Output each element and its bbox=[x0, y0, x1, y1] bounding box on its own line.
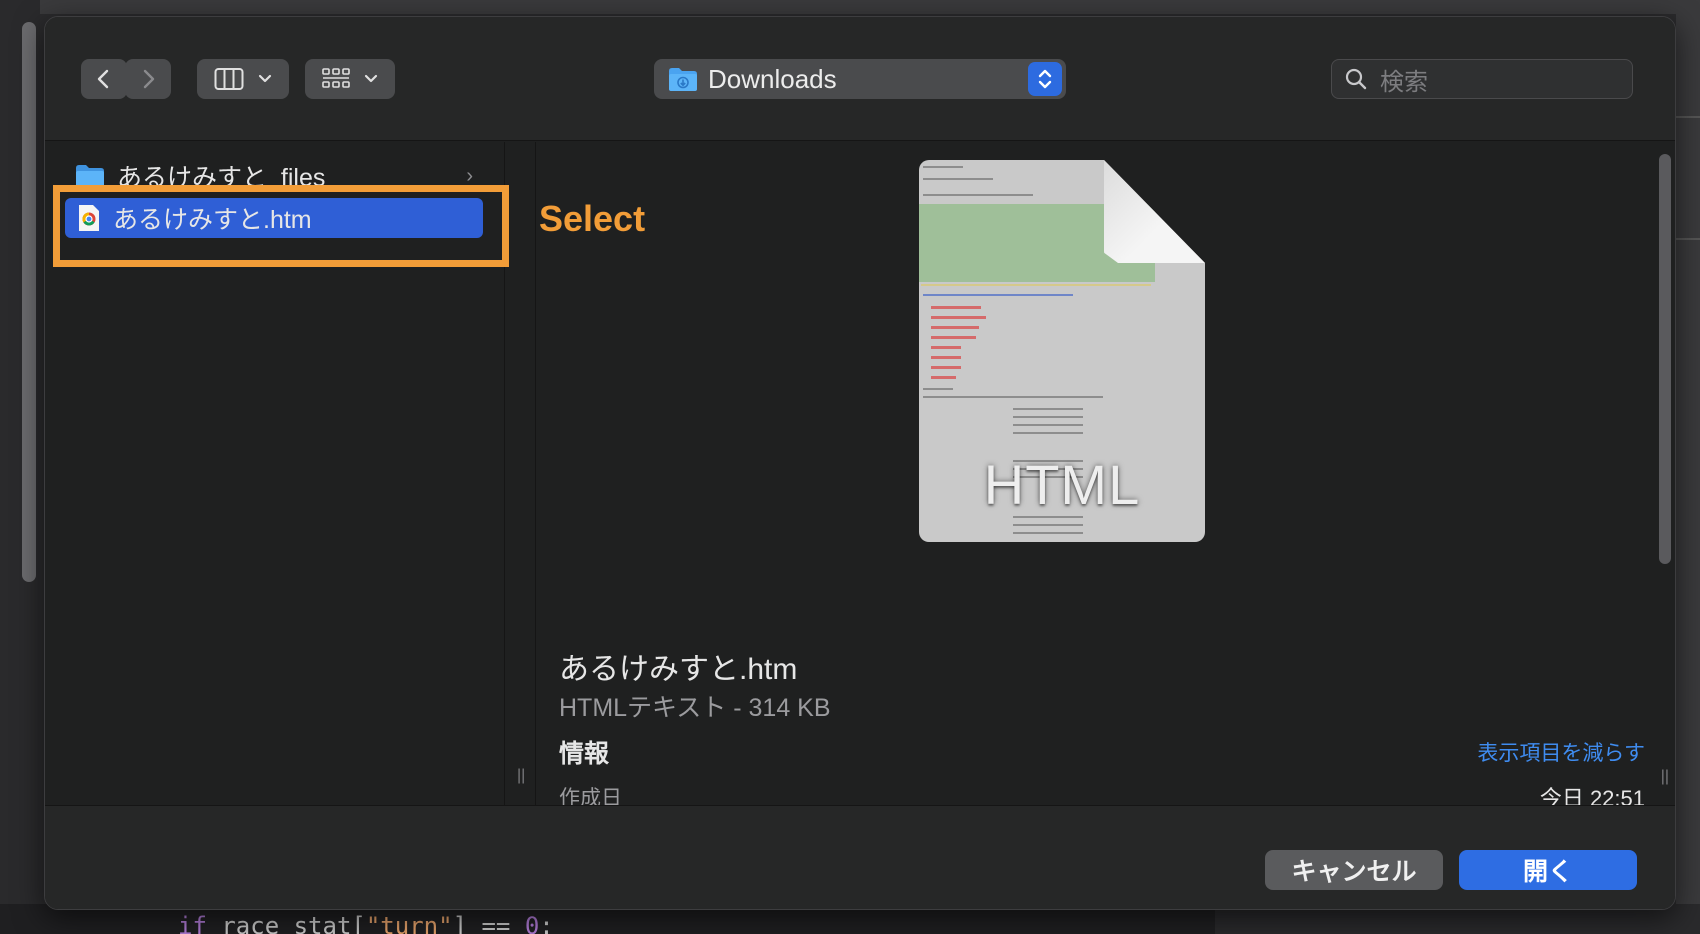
thumbnail-line bbox=[923, 194, 1033, 196]
up-down-chevron-icon bbox=[1038, 69, 1052, 89]
thumbnail-line bbox=[931, 356, 961, 359]
dialog-toolbar: Downloads 検索 bbox=[45, 17, 1675, 141]
thumbnail-line bbox=[1013, 408, 1083, 410]
thumbnail-line bbox=[923, 166, 963, 168]
open-file-dialog: Downloads 検索 あるけみすと_files › あるけみすと.htm S… bbox=[44, 16, 1676, 910]
background-scrollbar bbox=[22, 22, 36, 582]
thumbnail-line bbox=[931, 316, 986, 319]
thumbnail-line bbox=[931, 376, 956, 379]
chrome-document-icon bbox=[79, 205, 99, 231]
info-heading: 情報 bbox=[559, 740, 610, 768]
code-text: ] == bbox=[452, 912, 525, 934]
created-label: 作成日 bbox=[559, 787, 622, 805]
column-view-icon bbox=[214, 68, 243, 90]
list-item-label: あるけみすと.htm bbox=[113, 206, 312, 234]
background-divider bbox=[1676, 238, 1700, 240]
dialog-footer: キャンセル 開く bbox=[45, 805, 1675, 909]
thumbnail-line bbox=[923, 396, 1103, 398]
search-input[interactable]: 検索 bbox=[1380, 62, 1428, 97]
created-value: 今日 22:51 bbox=[1539, 786, 1645, 805]
folder-icon bbox=[76, 165, 104, 187]
chevron-right-icon bbox=[143, 69, 155, 89]
document-thumbnail: HTML bbox=[919, 160, 1205, 542]
code-keyword: if bbox=[178, 912, 207, 934]
view-mode-button[interactable] bbox=[197, 59, 289, 99]
show-less-link[interactable]: 表示項目を減らす bbox=[1477, 737, 1645, 767]
chevron-left-icon bbox=[97, 69, 109, 89]
open-button[interactable]: 開く bbox=[1459, 850, 1637, 890]
location-popup[interactable]: Downloads bbox=[654, 59, 1066, 99]
thumbnail-line bbox=[1013, 532, 1083, 534]
thumbnail-line bbox=[931, 366, 961, 369]
preview-file-type: HTMLテキスト - 314 KB bbox=[559, 694, 831, 722]
background-window-right bbox=[1676, 0, 1700, 934]
thumbnail-label: HTML bbox=[983, 453, 1141, 516]
chevron-down-icon bbox=[258, 74, 271, 83]
thumbnail-line bbox=[931, 326, 979, 329]
code-number: 0 bbox=[524, 912, 540, 934]
background-divider bbox=[1676, 116, 1700, 118]
code-string: "turn" bbox=[365, 912, 453, 934]
thumbnail-line bbox=[921, 284, 1151, 286]
thumbnail-line bbox=[1013, 432, 1083, 434]
thumbnail-line bbox=[931, 346, 961, 349]
search-icon bbox=[1345, 68, 1367, 90]
grid-icon bbox=[322, 68, 350, 88]
thumbnail-line bbox=[923, 178, 993, 180]
thumbnail-line bbox=[923, 388, 953, 390]
location-label: Downloads bbox=[708, 63, 837, 94]
forward-button[interactable] bbox=[125, 59, 171, 99]
column-resize-handle[interactable]: || bbox=[1661, 768, 1669, 786]
cancel-button[interactable]: キャンセル bbox=[1265, 850, 1443, 890]
background-code-line: if race_stat["turn"] == 0: bbox=[178, 912, 554, 934]
thumbnail-line bbox=[931, 306, 981, 309]
page-fold bbox=[1104, 160, 1205, 263]
search-field[interactable]: 検索 bbox=[1331, 59, 1633, 99]
preview-file-name: あるけみすと.htm bbox=[559, 653, 798, 686]
thumbnail-line bbox=[931, 336, 976, 339]
location-stepper[interactable] bbox=[1028, 62, 1062, 96]
thumbnail-line bbox=[1013, 524, 1083, 526]
code-text: : bbox=[539, 912, 554, 934]
list-item-selected[interactable]: あるけみすと.htm bbox=[65, 198, 483, 238]
code-text: race_stat[ bbox=[206, 912, 366, 934]
back-button[interactable] bbox=[81, 59, 127, 99]
list-item[interactable]: あるけみすと_files › bbox=[65, 156, 483, 196]
thumbnail-line bbox=[923, 294, 1073, 296]
preview-scrollbar[interactable] bbox=[1659, 154, 1671, 564]
thumbnail-line bbox=[1013, 416, 1083, 418]
background-window-titlebar bbox=[0, 0, 1700, 14]
column-resize-handle[interactable]: || bbox=[517, 767, 525, 785]
annotation-select-label: Select bbox=[539, 198, 646, 239]
folder-download-icon bbox=[669, 68, 697, 91]
group-by-button[interactable] bbox=[305, 59, 395, 99]
file-column: あるけみすと_files › あるけみすと.htm bbox=[45, 142, 505, 805]
list-item-label: あるけみすと_files bbox=[117, 164, 326, 192]
chevron-right-icon: › bbox=[466, 164, 473, 187]
thumbnail-line bbox=[1013, 424, 1083, 426]
chevron-down-icon bbox=[364, 74, 378, 83]
column-divider bbox=[535, 142, 536, 805]
preview-pane: Select HTML あるけみすと.htm HTMLテキスト - 314 KB… bbox=[536, 142, 1675, 805]
